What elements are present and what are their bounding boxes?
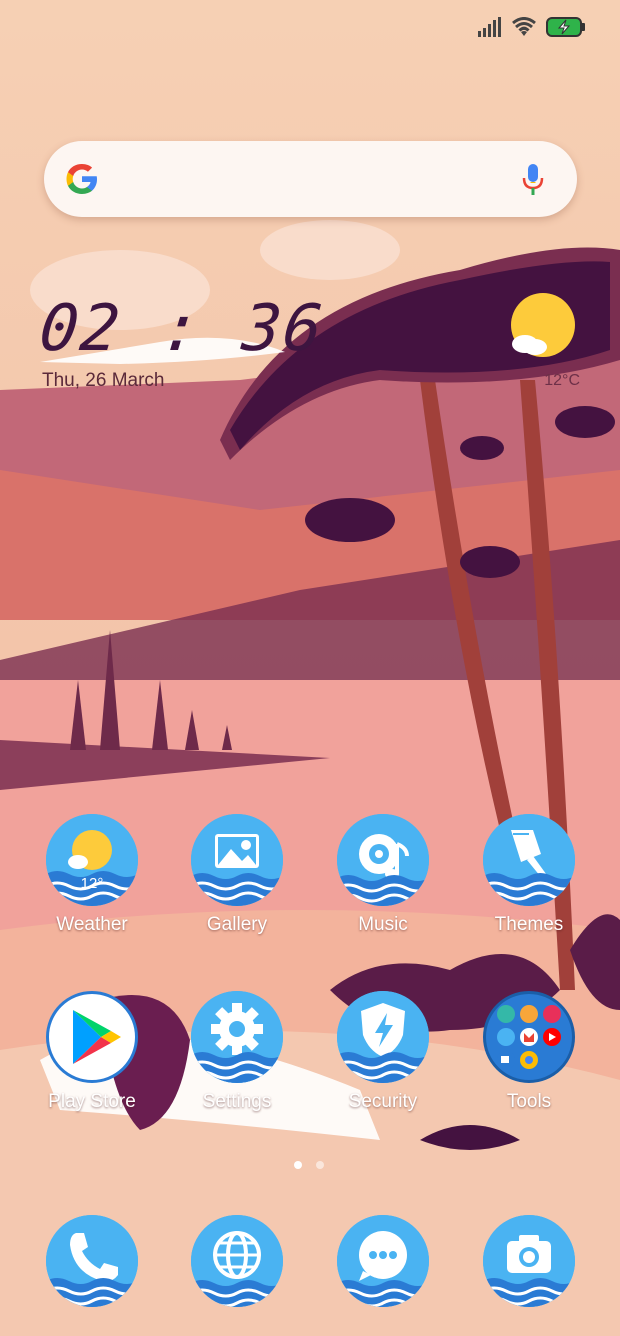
- app-weather[interactable]: 12° Weather: [32, 814, 152, 936]
- app-label: Gallery: [206, 914, 268, 935]
- app-tools-folder[interactable]: Tools: [469, 991, 589, 1113]
- app-play-store[interactable]: Play Store: [32, 991, 152, 1113]
- page-indicator: [294, 1161, 324, 1169]
- app-label: Settings: [202, 1091, 272, 1112]
- page-dot: [316, 1161, 324, 1169]
- dock-browser[interactable]: [177, 1215, 297, 1307]
- play-store-icon: [46, 991, 138, 1083]
- weather-icon: 12°: [46, 814, 138, 906]
- app-settings[interactable]: Settings: [177, 991, 297, 1113]
- messages-icon: [337, 1215, 429, 1307]
- app-themes[interactable]: Themes: [469, 814, 589, 936]
- cellular-signal-icon: [478, 17, 501, 37]
- dock-camera[interactable]: [469, 1215, 589, 1307]
- weather-badge: 12°: [81, 875, 104, 892]
- camera-icon: [483, 1215, 575, 1307]
- google-logo-icon: [64, 161, 100, 202]
- page-dot-active: [294, 1161, 302, 1169]
- gear-icon: [191, 991, 283, 1083]
- sun-cloud-icon[interactable]: [507, 292, 577, 367]
- music-icon: [337, 814, 429, 906]
- app-label: Tools: [506, 1091, 552, 1112]
- google-search-bar[interactable]: [44, 141, 577, 217]
- microphone-icon[interactable]: [521, 163, 545, 202]
- app-label: Security: [348, 1091, 418, 1112]
- app-label: Play Store: [48, 1091, 136, 1112]
- clock-time[interactable]: 02 : 36: [36, 292, 327, 366]
- phone-icon: [46, 1215, 138, 1307]
- app-label: Music: [358, 914, 408, 935]
- app-music[interactable]: Music: [323, 814, 443, 936]
- app-label: Weather: [56, 914, 128, 935]
- status-bar: [478, 16, 586, 38]
- dock-messages[interactable]: [323, 1215, 443, 1307]
- themes-brush-icon: [483, 814, 575, 906]
- dock-phone[interactable]: [32, 1215, 152, 1307]
- battery-charging-icon: [546, 17, 585, 37]
- folder-icon: [483, 991, 575, 1083]
- gallery-icon: [191, 814, 283, 906]
- wifi-icon: [512, 17, 536, 36]
- browser-globe-icon: [191, 1215, 283, 1307]
- app-label: Themes: [494, 914, 564, 935]
- clock-date[interactable]: Thu, 26 March: [42, 370, 165, 392]
- shield-bolt-icon: [337, 991, 429, 1083]
- app-security[interactable]: Security: [323, 991, 443, 1113]
- app-gallery[interactable]: Gallery: [177, 814, 297, 936]
- weather-temperature: 12°C: [544, 372, 580, 389]
